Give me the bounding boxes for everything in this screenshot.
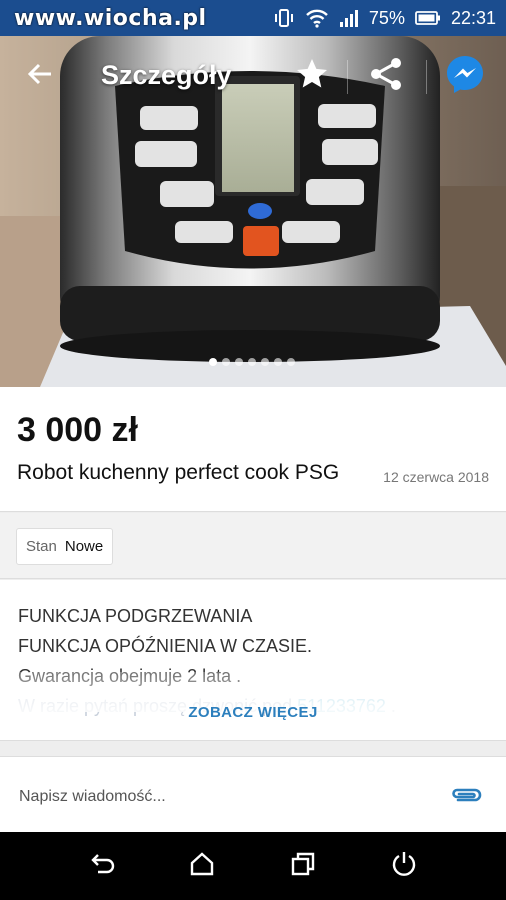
pager-dot[interactable] xyxy=(222,358,230,366)
navigation-bar xyxy=(0,832,506,900)
power-icon xyxy=(390,850,418,883)
message-input[interactable] xyxy=(17,781,421,813)
price: 3 000 zł xyxy=(17,411,138,449)
nav-power-button[interactable] xyxy=(388,850,420,882)
toolbar: Szczegóły xyxy=(0,36,506,116)
status-bar: www.wiocha.pl 75% 22:31 xyxy=(0,0,506,36)
recents-icon xyxy=(290,851,316,882)
home-icon xyxy=(189,851,215,882)
attach-button[interactable] xyxy=(450,783,482,807)
toolbar-divider xyxy=(347,60,348,94)
message-composer xyxy=(0,756,506,833)
back-button[interactable] xyxy=(22,58,58,94)
parameters: Stan Nowe xyxy=(0,513,506,579)
battery-percent: 75% xyxy=(368,7,405,28)
page-title: Szczegóły xyxy=(101,60,232,90)
pager-dot[interactable] xyxy=(209,358,217,366)
wifi-icon xyxy=(305,8,329,28)
gallery-pager xyxy=(209,358,295,366)
watermark: www.wiocha.pl xyxy=(14,6,207,31)
messenger-button[interactable] xyxy=(444,55,486,97)
param-value: Nowe xyxy=(64,538,104,555)
description-line: FUNKCJA PODGRZEWANIA xyxy=(18,606,253,626)
share-icon xyxy=(367,55,405,98)
battery-icon xyxy=(415,10,441,26)
star-icon xyxy=(294,56,330,97)
section-gap xyxy=(0,741,506,755)
see-more-link[interactable]: ZOBACZ WIĘCEJ xyxy=(0,704,506,721)
vibrate-icon xyxy=(273,7,295,29)
signal-icon xyxy=(339,9,359,27)
pager-dot[interactable] xyxy=(287,358,295,366)
pager-dot[interactable] xyxy=(248,358,256,366)
share-button[interactable] xyxy=(364,54,408,98)
back-arrow-icon xyxy=(26,60,54,93)
pager-dot[interactable] xyxy=(261,358,269,366)
product-summary: 3 000 zł Robot kuchenny perfect cook PSG… xyxy=(0,387,506,512)
condition-chip: Stan Nowe xyxy=(16,528,114,565)
messenger-icon xyxy=(445,54,485,99)
paperclip-icon xyxy=(450,788,482,811)
product-title: Robot kuchenny perfect cook PSG xyxy=(17,461,340,484)
nav-home-button[interactable] xyxy=(186,850,218,882)
description-line: FUNKCJA OPÓŹNIENIA W CZASIE. xyxy=(18,636,313,656)
nav-back-icon xyxy=(88,850,116,883)
listing-date: 12 czerwca 2018 xyxy=(383,469,489,485)
toolbar-divider xyxy=(426,60,427,94)
favorite-button[interactable] xyxy=(292,56,332,96)
param-label: Stan xyxy=(26,538,57,555)
pager-dot[interactable] xyxy=(274,358,282,366)
nav-back-button[interactable] xyxy=(86,850,118,882)
description: FUNKCJA PODGRZEWANIA FUNKCJA OPÓŹNIENIA … xyxy=(0,580,506,741)
pager-dot[interactable] xyxy=(235,358,243,366)
clock: 22:31 xyxy=(450,7,496,28)
nav-recents-button[interactable] xyxy=(287,850,319,882)
